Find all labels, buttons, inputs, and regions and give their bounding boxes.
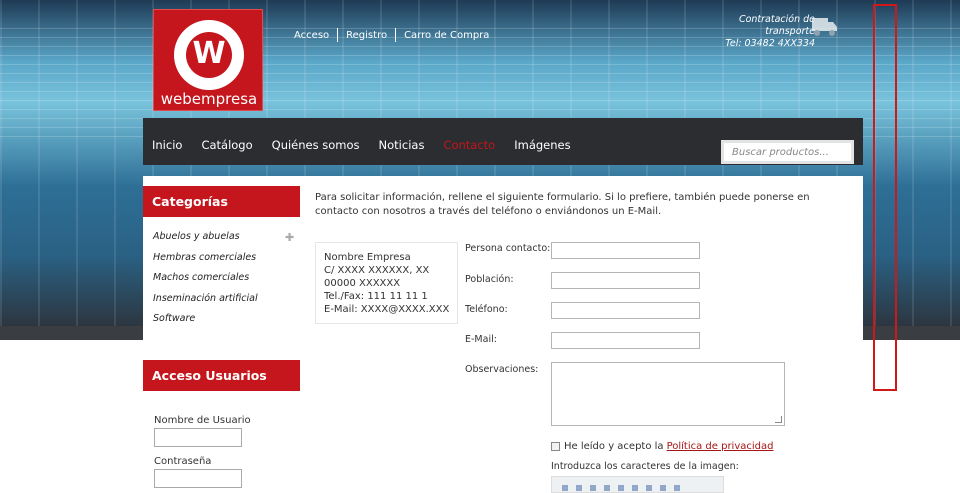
category-item[interactable]: Software [153, 313, 300, 334]
card-address: C/ XXXX XXXXXX, XX [324, 265, 430, 276]
toplink-carro[interactable]: Carro de Compra [396, 30, 497, 41]
persona-field[interactable] [551, 242, 700, 259]
truck-icon [812, 18, 837, 36]
transport-title: Contratación de transporte [738, 14, 815, 37]
telefono-label: Teléfono: [465, 304, 508, 315]
intro-text: Para solicitar información, rellene el s… [315, 192, 810, 217]
username-label: Nombre de Usuario [154, 415, 251, 426]
privacy-row: He leído y acepto la Política de privaci… [551, 441, 773, 452]
category-list: Abuelos y abuelas ✚ Hembras comerciales … [153, 231, 300, 334]
transport-info: Contratación de transporte Tel: 03482 4X… [690, 14, 815, 50]
password-label: Contraseña [154, 456, 212, 467]
category-item[interactable]: Inseminación artificial [153, 293, 300, 314]
site-logo[interactable]: W webempresa [153, 9, 263, 111]
card-company: Nombre Empresa [324, 252, 411, 263]
search-input[interactable]: Buscar productos... [721, 140, 854, 164]
privacy-checkbox[interactable] [551, 442, 560, 451]
telefono-field[interactable] [551, 302, 700, 319]
transport-phone: Tel: 03482 4XX334 [725, 38, 815, 49]
category-label: Inseminación artificial [153, 292, 258, 304]
contact-card: Nombre Empresa C/ XXXX XXXXXX, XX 00000 … [315, 242, 458, 324]
email-label: E-Mail: [465, 334, 497, 345]
user-access-heading: Acceso Usuarios [143, 360, 300, 391]
poblacion-field[interactable] [551, 272, 700, 289]
persona-label: Persona contacto: [465, 243, 551, 254]
category-item[interactable]: Hembras comerciales [153, 252, 300, 273]
toplink-registro[interactable]: Registro [338, 30, 395, 41]
captcha-image [551, 476, 724, 493]
card-postcode: 00000 XXXXXX [324, 278, 401, 289]
nav-catalogo[interactable]: Catálogo [201, 138, 252, 152]
category-label: Machos comerciales [153, 272, 250, 283]
category-label: Software [153, 313, 196, 324]
privacy-text: He leído y acepto la [564, 441, 664, 452]
username-field[interactable] [154, 428, 242, 447]
main-navbar: Inicio Catálogo Quiénes somos Noticias C… [143, 118, 863, 165]
nav-imagenes[interactable]: Imágenes [514, 138, 570, 152]
categories-heading: Categorías [143, 186, 300, 217]
logo-mark: W [192, 36, 226, 71]
privacy-policy-link[interactable]: Política de privacidad [667, 441, 774, 452]
toplink-acceso[interactable]: Acceso [286, 30, 337, 41]
observaciones-label: Observaciones: [465, 364, 539, 375]
card-email: E-Mail: XXXX@XXXX.XXX [324, 304, 450, 315]
top-links: Acceso Registro Carro de Compra [286, 28, 497, 42]
category-label: Hembras comerciales [153, 251, 257, 263]
nav-inicio[interactable]: Inicio [152, 138, 182, 152]
nav-quienes-somos[interactable]: Quiénes somos [272, 138, 360, 152]
password-field[interactable] [154, 469, 242, 488]
nav-noticias[interactable]: Noticias [379, 138, 425, 152]
expand-icon[interactable]: ✚ [285, 232, 294, 244]
highlight-box [873, 4, 897, 391]
nav-contacto[interactable]: Contacto [443, 138, 495, 152]
captcha-label: Introduzca los caracteres de la imagen: [551, 461, 739, 472]
poblacion-label: Población: [465, 274, 514, 285]
logo-text: webempresa [160, 90, 258, 108]
observaciones-textarea[interactable] [551, 362, 785, 426]
card-phone: Tel./Fax: 111 11 11 1 [324, 291, 428, 302]
email-field[interactable] [551, 332, 700, 349]
category-item[interactable]: Abuelos y abuelas ✚ [153, 231, 300, 252]
category-label: Abuelos y abuelas [153, 231, 240, 242]
category-item[interactable]: Machos comerciales [153, 272, 300, 293]
